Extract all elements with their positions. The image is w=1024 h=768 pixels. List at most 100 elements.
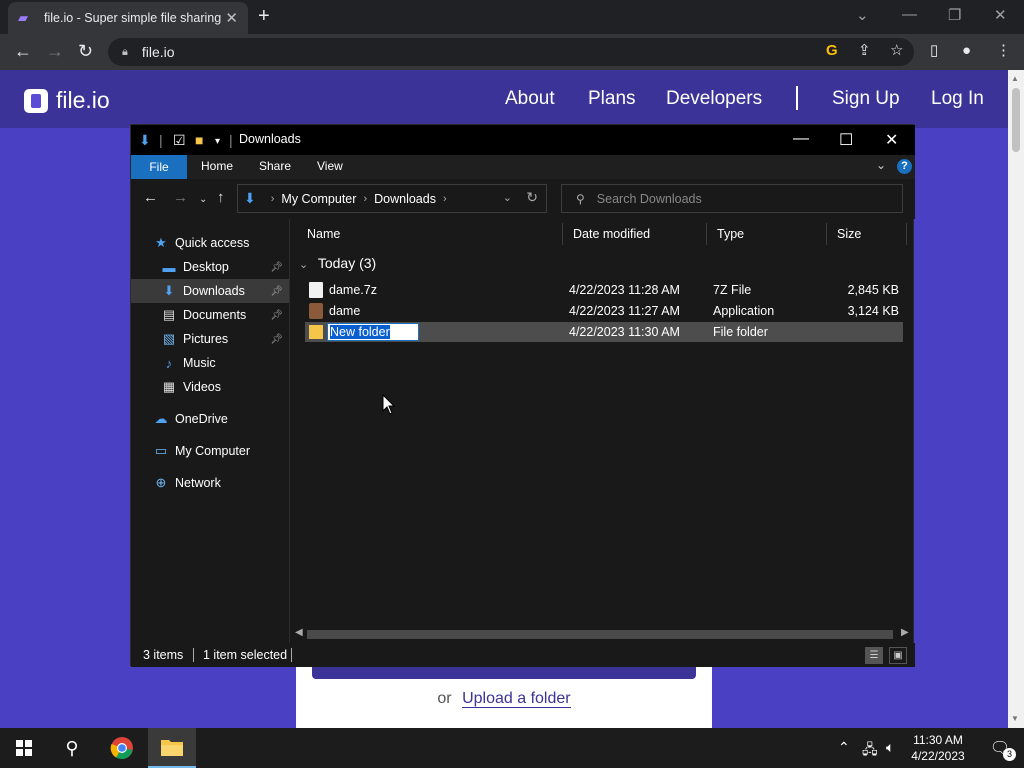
- taskbar-file-explorer[interactable]: [148, 728, 196, 768]
- up-folder-icon[interactable]: ↑: [217, 190, 225, 206]
- help-icon[interactable]: ?: [897, 159, 912, 174]
- nav-plans[interactable]: Plans: [588, 88, 636, 110]
- sidebar-item-desktop[interactable]: ▬ Desktop 📌︎: [131, 255, 289, 279]
- pin-icon[interactable]: 📌︎: [270, 286, 283, 297]
- restore-icon[interactable]: ❐: [948, 6, 961, 24]
- scroll-left-icon[interactable]: ◀: [295, 627, 303, 638]
- ribbon-tabs: File Home Share View ⌄ ?: [131, 155, 915, 179]
- sidebar-item-quick-access[interactable]: ★ Quick access: [131, 231, 289, 255]
- bookmark-star-icon[interactable]: ☆: [890, 43, 903, 59]
- start-button[interactable]: [0, 728, 48, 768]
- explorer-address-bar[interactable]: ⬇ › My Computer › Downloads › ⌄ ↻: [237, 184, 547, 213]
- tab-home[interactable]: Home: [201, 159, 233, 173]
- explorer-close-icon[interactable]: ✕: [885, 130, 898, 150]
- breadcrumb-chevron-icon[interactable]: ›: [363, 193, 367, 205]
- document-icon: ▤: [162, 307, 176, 322]
- expand-ribbon-icon[interactable]: ⌄: [876, 158, 886, 172]
- tab-file[interactable]: File: [131, 155, 187, 179]
- scroll-right-icon[interactable]: ▶: [901, 627, 909, 638]
- sidebar-item-onedrive[interactable]: ☁ OneDrive: [131, 407, 289, 431]
- nav-sign-up[interactable]: Sign Up: [832, 88, 900, 110]
- page-scrollbar[interactable]: ▲ ▼: [1008, 70, 1024, 728]
- horizontal-scrollbar[interactable]: ◀ ▶: [291, 627, 913, 641]
- tab-view[interactable]: View: [317, 159, 343, 173]
- tab-share[interactable]: Share: [259, 159, 291, 173]
- explorer-search-input[interactable]: ⚲ Search Downloads: [561, 184, 903, 213]
- column-size[interactable]: Size: [827, 223, 907, 245]
- explorer-maximize-icon[interactable]: ☐: [839, 130, 853, 150]
- browser-tab[interactable]: ▰ file.io - Super simple file sharing ✕: [8, 2, 248, 34]
- large-icons-view-icon[interactable]: ▣: [889, 647, 907, 664]
- forward-icon[interactable]: →: [46, 41, 64, 61]
- column-date-modified[interactable]: Date modified: [563, 223, 707, 245]
- close-window-icon[interactable]: ✕: [994, 6, 1007, 24]
- tab-search-icon[interactable]: ⌄: [856, 6, 869, 24]
- sidebar-item-pictures[interactable]: ▧ Pictures 📌︎: [131, 327, 289, 351]
- sidebar-item-music[interactable]: ♪ Music: [131, 351, 289, 375]
- sidebar-item-label: My Computer: [175, 444, 251, 458]
- notification-center[interactable]: 🗨︎ 3: [976, 728, 1024, 768]
- menu-icon[interactable]: ⋮: [996, 43, 1011, 59]
- file-size: 3,124 KB: [847, 304, 899, 318]
- explorer-back-icon[interactable]: ←: [143, 190, 158, 206]
- pin-icon[interactable]: 📌︎: [270, 262, 283, 273]
- pin-icon[interactable]: 📌︎: [270, 334, 283, 345]
- taskbar-search-button[interactable]: ⚲: [48, 728, 96, 768]
- share-icon[interactable]: ⇪: [858, 43, 871, 59]
- nav-developers[interactable]: Developers: [666, 88, 762, 110]
- breadcrumb-my-computer[interactable]: My Computer: [281, 192, 356, 206]
- side-panel-icon[interactable]: ▯: [930, 43, 938, 59]
- explorer-minimize-icon[interactable]: —: [793, 130, 809, 148]
- pin-icon[interactable]: 📌︎: [270, 310, 283, 321]
- network-tray-icon[interactable]: 🖧︎: [862, 739, 878, 763]
- file-row-selected[interactable]: New folder 4/22/2023 11:30 AM File folde…: [305, 322, 903, 342]
- back-icon[interactable]: ←: [14, 41, 32, 61]
- scroll-up-icon[interactable]: ▲: [1011, 74, 1019, 83]
- minimize-icon[interactable]: —: [902, 6, 917, 23]
- sidebar-item-label: OneDrive: [175, 412, 228, 426]
- group-header[interactable]: ⌄ Today (3): [299, 255, 376, 271]
- collapse-group-icon[interactable]: ⌄: [299, 259, 308, 271]
- nav-about[interactable]: About: [505, 88, 555, 110]
- new-folder-icon[interactable]: ■: [195, 132, 203, 148]
- horizontal-scrollbar-thumb[interactable]: [307, 630, 893, 639]
- breadcrumb-downloads[interactable]: Downloads: [374, 192, 436, 206]
- breadcrumb-chevron-icon[interactable]: ›: [443, 193, 447, 205]
- customize-quick-access-icon[interactable]: ▾: [215, 134, 220, 150]
- details-view-icon[interactable]: ☰: [865, 647, 883, 664]
- scrollbar-thumb[interactable]: [1012, 88, 1020, 152]
- refresh-icon[interactable]: ↻: [526, 189, 538, 206]
- column-name[interactable]: Name: [297, 223, 563, 245]
- rename-input[interactable]: New folder: [327, 323, 419, 341]
- file-row[interactable]: dame.7z 4/22/2023 11:28 AM 7Z File 2,845…: [305, 280, 903, 300]
- recent-locations-icon[interactable]: ⌄: [199, 192, 207, 208]
- column-type[interactable]: Type: [707, 223, 827, 245]
- reload-icon[interactable]: ↻: [78, 41, 93, 61]
- google-icon[interactable]: G: [826, 43, 838, 59]
- sidebar-item-documents[interactable]: ▤ Documents 📌︎: [131, 303, 289, 327]
- sidebar-item-downloads[interactable]: ⬇ Downloads 📌︎: [131, 279, 289, 303]
- properties-icon[interactable]: ☑: [173, 132, 186, 148]
- breadcrumb-chevron-icon[interactable]: ›: [271, 193, 275, 205]
- address-dropdown-icon[interactable]: ⌄: [503, 191, 512, 204]
- sidebar-item-network[interactable]: ⊕ Network: [131, 471, 289, 495]
- volume-icon[interactable]: 🔈︎: [886, 739, 894, 756]
- scroll-down-icon[interactable]: ▼: [1011, 714, 1019, 723]
- nav-log-in[interactable]: Log In: [931, 88, 984, 110]
- new-tab-button[interactable]: +: [258, 6, 270, 26]
- tab-title: file.io - Super simple file sharing: [44, 11, 222, 25]
- taskbar-clock[interactable]: 11:30 AM 4/22/2023: [900, 732, 976, 764]
- upload-folder-link[interactable]: Upload a folder: [462, 690, 571, 708]
- file-row[interactable]: dame 4/22/2023 11:27 AM Application 3,12…: [305, 301, 903, 321]
- pane-divider[interactable]: [289, 219, 290, 643]
- profile-icon[interactable]: ●: [962, 43, 971, 59]
- show-hidden-icons-icon[interactable]: ⌃: [838, 739, 850, 756]
- site-logo[interactable]: file.io: [24, 87, 110, 114]
- tab-close-icon[interactable]: ✕: [225, 9, 238, 27]
- explorer-forward-icon[interactable]: →: [173, 190, 188, 206]
- sidebar-item-my-computer[interactable]: ▭ My Computer: [131, 439, 289, 463]
- upload-files-button[interactable]: [312, 666, 696, 679]
- address-bar[interactable]: 🔒︎ file.io: [108, 38, 914, 66]
- sidebar-item-videos[interactable]: ▦ Videos: [131, 375, 289, 399]
- taskbar-chrome[interactable]: [98, 728, 146, 768]
